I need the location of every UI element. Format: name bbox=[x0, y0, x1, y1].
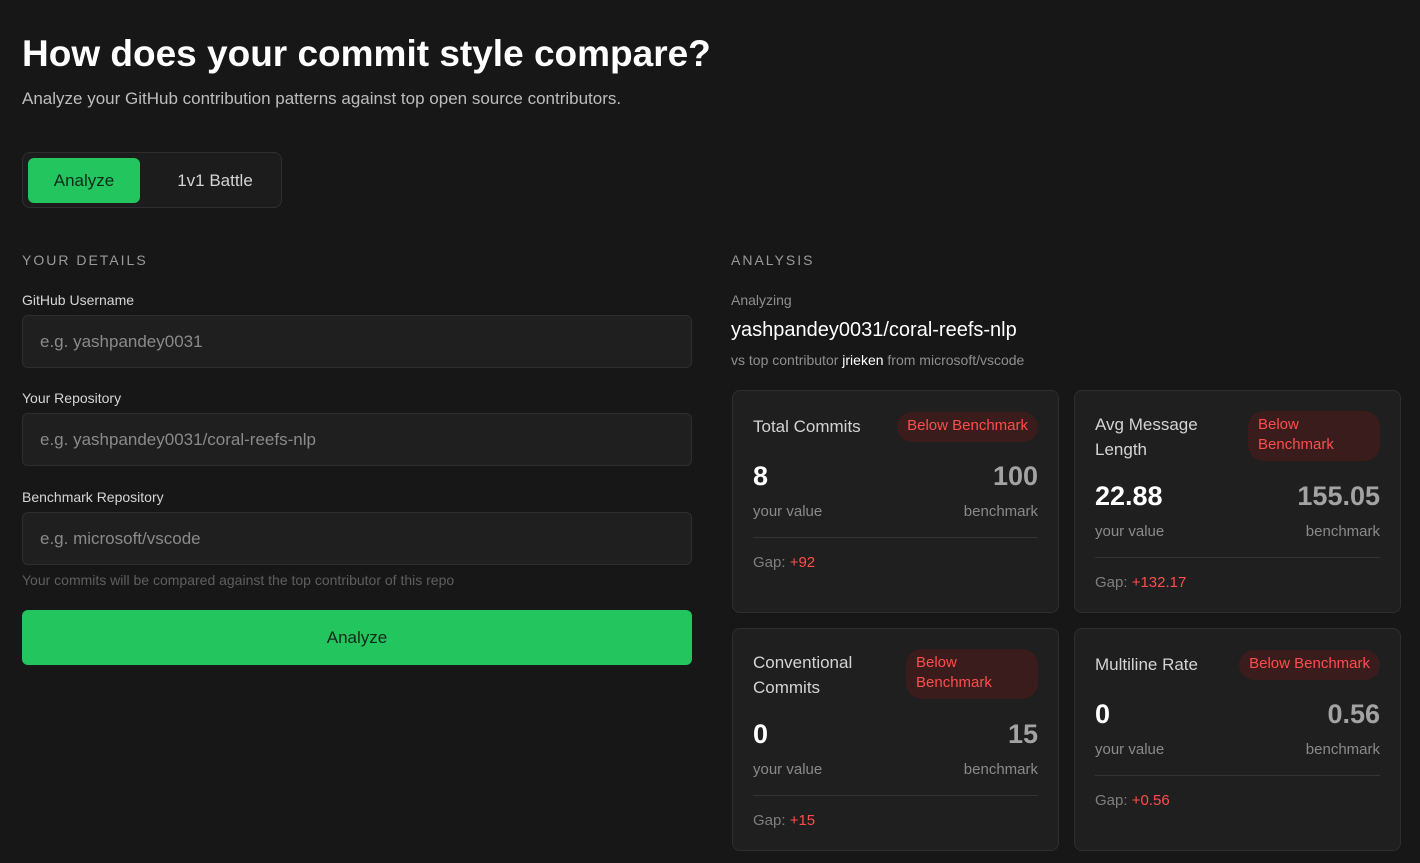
card-divider bbox=[1095, 557, 1380, 558]
benchmark-value: 155.05 bbox=[1297, 481, 1380, 511]
benchmark-value: 100 bbox=[992, 461, 1038, 491]
vs-contributor-line: vs top contributor jrieken from microsof… bbox=[731, 351, 1024, 369]
repository-input[interactable] bbox=[22, 413, 692, 466]
gap-value: +15 bbox=[789, 812, 816, 829]
metric-name: Avg Message Length bbox=[1095, 415, 1198, 459]
your-value-caption: your value bbox=[1095, 741, 1165, 758]
your-details-heading: YOUR DETAILS bbox=[22, 252, 148, 268]
gap-label: Gap: bbox=[1095, 792, 1128, 809]
your-value: 22.88 bbox=[1095, 481, 1163, 511]
status-badge: Below Benchmark bbox=[1248, 411, 1380, 461]
status-badge: Below Benchmark bbox=[906, 649, 1038, 699]
benchmark-source: from microsoft/vscode bbox=[887, 352, 1025, 368]
card-divider bbox=[753, 795, 1038, 796]
analyzed-repo-name: yashpandey0031/coral-reefs-nlp bbox=[731, 319, 1017, 341]
gap-value: +0.56 bbox=[1131, 792, 1170, 809]
analyzing-label: Analyzing bbox=[731, 292, 792, 308]
gap-label: Gap: bbox=[753, 554, 786, 571]
status-badge: Below Benchmark bbox=[897, 412, 1038, 442]
card-divider bbox=[753, 537, 1038, 538]
benchmark-caption: benchmark bbox=[963, 761, 1038, 778]
gap-label: Gap: bbox=[1095, 574, 1128, 591]
page-subtitle: Analyze your GitHub contribution pattern… bbox=[22, 89, 622, 108]
benchmark-value: 15 bbox=[1007, 719, 1038, 749]
repository-label: Your Repository bbox=[22, 390, 122, 406]
metric-card-avg-message-length: Avg Message Length Below Benchmark 22.88… bbox=[1074, 390, 1401, 613]
metric-name: Multiline Rate bbox=[1095, 655, 1198, 674]
benchmark-caption: benchmark bbox=[963, 503, 1038, 520]
metric-name: Total Commits bbox=[753, 417, 861, 436]
vs-prefix: vs top contributor bbox=[731, 352, 839, 368]
benchmark-caption: benchmark bbox=[1305, 523, 1380, 540]
gap-line: Gap: +92 bbox=[753, 554, 815, 572]
mode-toggle: Analyze 1v1 Battle bbox=[22, 152, 282, 208]
your-value: 8 bbox=[753, 461, 769, 491]
your-value: 0 bbox=[753, 719, 769, 749]
page: How does your commit style compare? Anal… bbox=[0, 0, 1420, 863]
your-value-caption: your value bbox=[1095, 523, 1165, 540]
status-badge: Below Benchmark bbox=[1239, 650, 1380, 680]
your-value-caption: your value bbox=[753, 761, 823, 778]
gap-label: Gap: bbox=[753, 812, 786, 829]
analyze-submit-button[interactable]: Analyze bbox=[22, 610, 692, 665]
metric-card-total-commits: Total Commits Below Benchmark 8 100 your… bbox=[732, 390, 1059, 613]
benchmark-value: 0.56 bbox=[1327, 699, 1380, 729]
tab-1v1-battle[interactable]: 1v1 Battle bbox=[153, 158, 277, 203]
gap-line: Gap: +0.56 bbox=[1095, 792, 1170, 810]
metric-name: Conventional Commits bbox=[753, 653, 853, 697]
card-divider bbox=[1095, 775, 1380, 776]
benchmark-label: Benchmark Repository bbox=[22, 489, 164, 505]
metric-card-conventional-commits: Conventional Commits Below Benchmark 0 1… bbox=[732, 628, 1059, 851]
your-value: 0 bbox=[1095, 699, 1111, 729]
username-label: GitHub Username bbox=[22, 292, 135, 308]
contributor-name: jrieken bbox=[842, 352, 884, 368]
page-title: How does your commit style compare? bbox=[22, 33, 711, 74]
benchmark-input[interactable] bbox=[22, 512, 692, 565]
gap-value: +132.17 bbox=[1131, 574, 1187, 591]
benchmark-hint: Your commits will be compared against th… bbox=[22, 572, 455, 588]
tab-analyze[interactable]: Analyze bbox=[28, 158, 140, 203]
gap-value: +92 bbox=[789, 554, 816, 571]
username-input[interactable] bbox=[22, 315, 692, 368]
gap-line: Gap: +15 bbox=[753, 812, 815, 830]
benchmark-caption: benchmark bbox=[1305, 741, 1380, 758]
metric-card-multiline-rate: Multiline Rate Below Benchmark 0 0.56 yo… bbox=[1074, 628, 1401, 851]
your-value-caption: your value bbox=[753, 503, 823, 520]
analysis-heading: ANALYSIS bbox=[731, 252, 815, 268]
gap-line: Gap: +132.17 bbox=[1095, 574, 1186, 592]
